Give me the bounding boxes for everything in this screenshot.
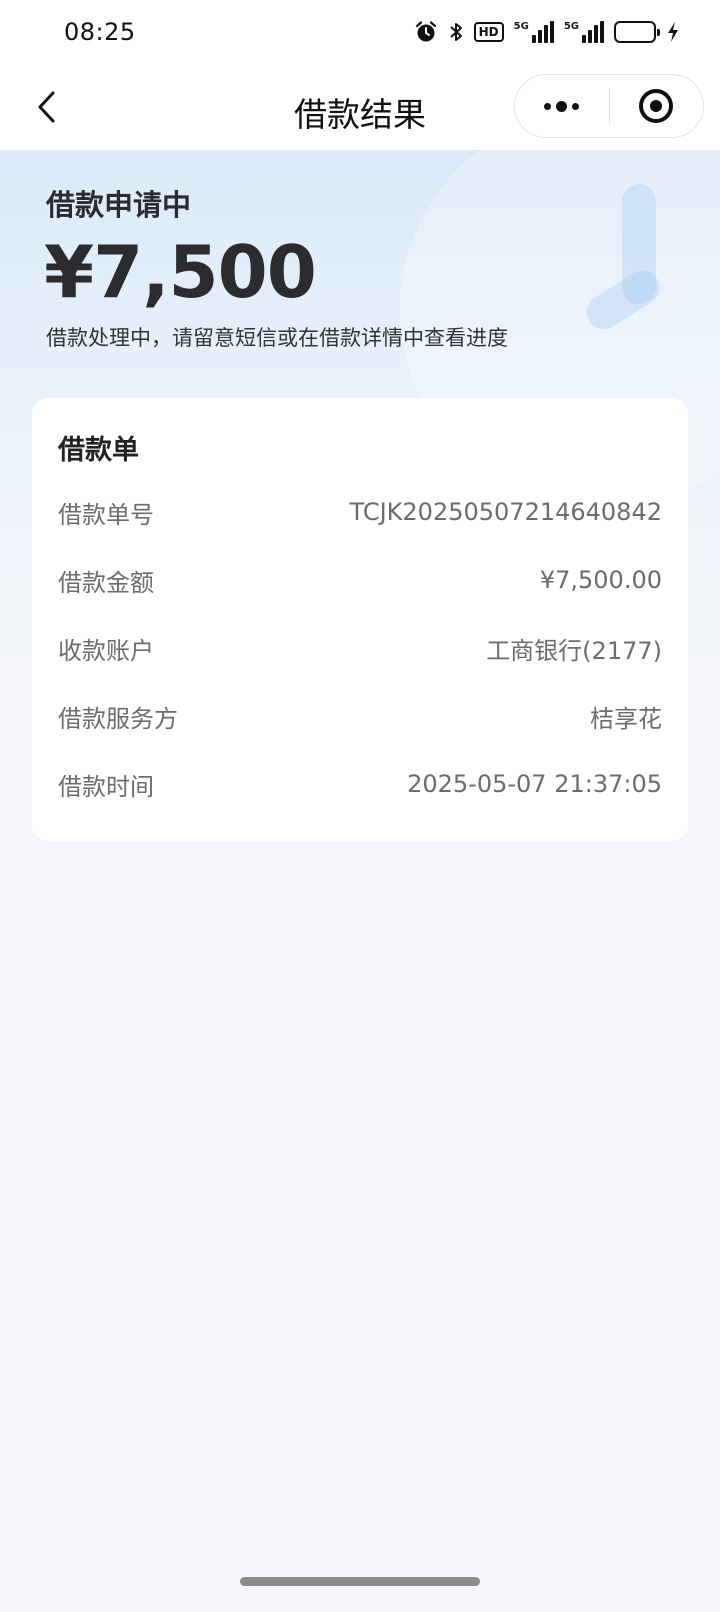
detail-row-amount: 借款金额 ¥7,500.00 xyxy=(58,560,662,600)
more-button[interactable] xyxy=(515,75,609,137)
detail-row-provider: 借款服务方 桔享花 xyxy=(58,696,662,736)
detail-label: 借款金额 xyxy=(58,568,154,597)
detail-row-order-number: 借款单号 TCJK20250507214640842 xyxy=(58,492,662,532)
signal-5g-icon: 5G xyxy=(514,21,554,43)
detail-value: 2025-05-07 21:37:05 xyxy=(407,770,662,798)
detail-value: ¥7,500.00 xyxy=(539,566,662,594)
detail-row-time: 借款时间 2025-05-07 21:37:05 xyxy=(58,764,662,804)
detail-row-account: 收款账户 工商银行(2177) xyxy=(58,628,662,668)
detail-label: 收款账户 xyxy=(58,636,154,665)
detail-value: TCJK20250507214640842 xyxy=(349,498,662,526)
target-circle-icon xyxy=(639,89,674,123)
status-bar: 08:25 HD 5G 5G xyxy=(0,0,720,64)
card-title: 借款单 xyxy=(58,435,139,466)
detail-label: 借款服务方 xyxy=(58,704,178,733)
hd-voice-icon: HD xyxy=(473,22,504,42)
network-type-label: 5G xyxy=(563,21,579,32)
bluetooth-icon xyxy=(448,20,464,44)
chevron-left-icon xyxy=(38,91,55,123)
detail-value: 工商银行(2177) xyxy=(486,636,662,665)
close-miniprogram-button[interactable] xyxy=(610,75,704,137)
charging-icon xyxy=(666,21,680,43)
nav-bar: 借款结果 xyxy=(0,64,720,150)
back-button[interactable] xyxy=(24,84,70,130)
more-dots-icon xyxy=(544,100,580,112)
detail-label: 借款时间 xyxy=(58,772,154,801)
network-type-label: 5G xyxy=(513,21,529,32)
home-indicator[interactable] xyxy=(240,1577,480,1586)
detail-label: 借款单号 xyxy=(58,500,154,529)
detail-value: 桔享花 xyxy=(590,704,662,733)
mini-program-capsule xyxy=(514,74,704,138)
alarm-icon xyxy=(414,20,438,44)
loan-amount: ¥7,500 xyxy=(44,230,317,314)
status-time: 08:25 xyxy=(64,18,136,46)
loan-order-card: 借款单 借款单号 TCJK20250507214640842 借款金额 ¥7,5… xyxy=(32,398,688,841)
loan-progress-note: 借款处理中，请留意短信或在借款详情中查看进度 xyxy=(46,326,508,350)
battery-icon xyxy=(614,21,660,43)
loan-status-text: 借款申请中 xyxy=(46,188,192,222)
signal-5g-icon: 5G xyxy=(564,21,604,43)
status-icons: HD 5G 5G xyxy=(414,20,680,44)
